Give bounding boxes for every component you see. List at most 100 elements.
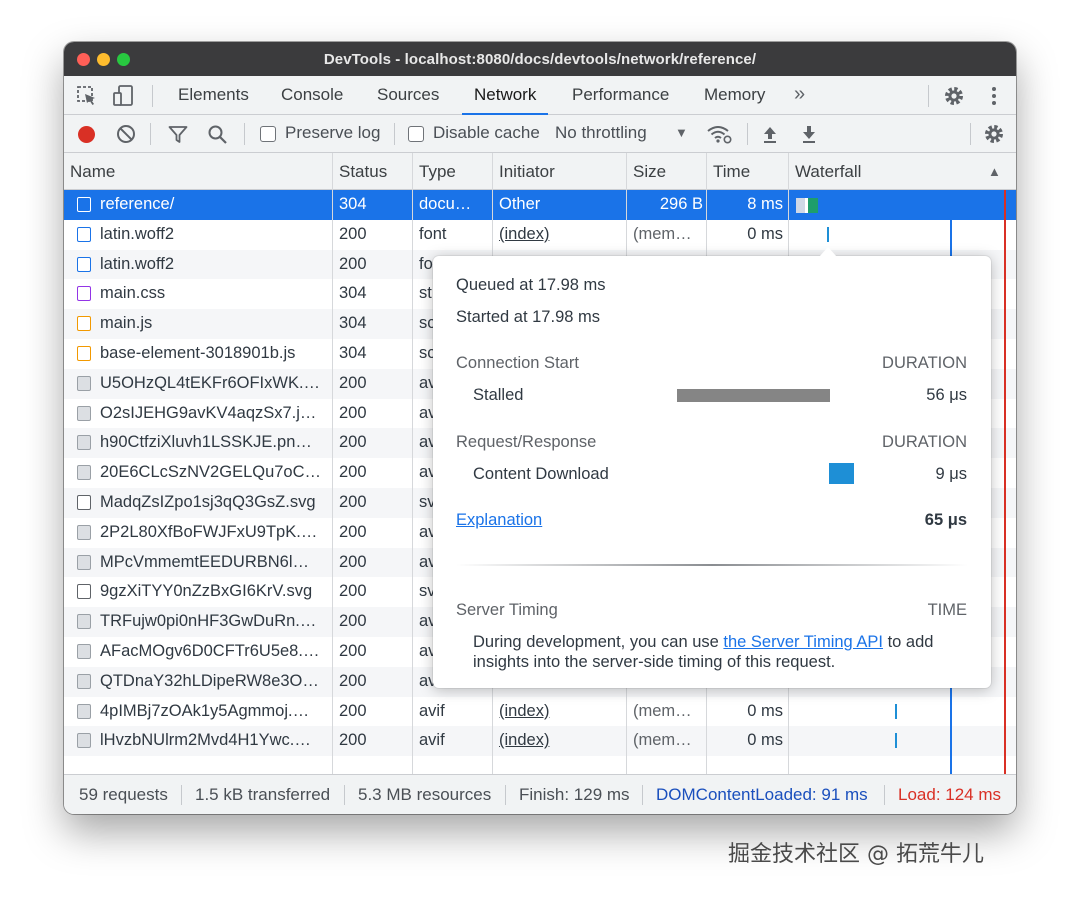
type-cell: avif: [419, 731, 445, 750]
network-conditions-wifi-icon[interactable]: [706, 124, 732, 144]
script-icon: [77, 316, 91, 332]
column-header-name[interactable]: Name: [64, 153, 115, 190]
settings-gear-icon[interactable]: [942, 84, 966, 108]
name-cell[interactable]: latin.woff2: [100, 250, 328, 280]
table-row[interactable]: 4pIMBj7zOAk1y5Agmmoj.… 200 avif (index) (mem…: [64, 697, 1016, 727]
size-cell: (mem…: [633, 224, 692, 243]
tab-network[interactable]: Network: [462, 76, 549, 115]
size-cell: (mem…: [633, 701, 692, 720]
type-cell: avif: [419, 701, 445, 720]
network-settings-gear-icon[interactable]: [982, 122, 1006, 146]
initiator-cell[interactable]: (index): [499, 726, 623, 756]
popover-arrow: [819, 247, 837, 257]
server-timing-description: During development, you can use the Serv…: [473, 633, 933, 652]
more-options-kebab-icon[interactable]: [986, 84, 1002, 108]
tab-elements[interactable]: Elements: [178, 76, 249, 115]
export-har-download-icon[interactable]: [800, 124, 818, 144]
table-row[interactable]: latin.woff2 200 font (index) (mem… 0 ms: [64, 220, 1016, 250]
status-divider: [505, 785, 506, 805]
time-cell: 0 ms: [747, 731, 783, 750]
minimize-window-button[interactable]: [97, 53, 110, 66]
status-cell: 304: [339, 284, 367, 303]
initiator-cell[interactable]: (index): [499, 697, 623, 727]
name-cell[interactable]: 20E6CLcSzNV2GELQu7oC…: [100, 458, 328, 488]
name-cell[interactable]: U5OHzQL4tEKFr6OFIxWK.…: [100, 369, 328, 399]
tab-console[interactable]: Console: [281, 76, 343, 115]
filter-funnel-icon[interactable]: [168, 125, 188, 144]
status-cell: 200: [339, 642, 367, 660]
initiator-cell[interactable]: (index): [499, 220, 623, 250]
column-header-initiator[interactable]: Initiator: [493, 153, 555, 190]
stalled-label: Stalled: [473, 386, 524, 404]
disable-cache-label: Disable cache: [433, 123, 540, 142]
name-cell[interactable]: reference/: [100, 190, 328, 220]
status-cell: 200: [339, 493, 367, 511]
server-timing-description-line2: insights into the server-side timing of …: [473, 653, 836, 671]
tab-memory[interactable]: Memory: [704, 76, 765, 115]
image-icon: [77, 673, 91, 689]
name-cell[interactable]: base-element-3018901b.js: [100, 339, 328, 369]
more-tabs-chevron-icon[interactable]: »: [794, 76, 805, 115]
image-icon: [77, 703, 91, 719]
status-cell: 304: [339, 344, 367, 362]
throttling-select[interactable]: No throttling: [555, 115, 647, 153]
column-header-status[interactable]: Status: [333, 153, 387, 190]
image-icon: [77, 435, 91, 451]
name-cell[interactable]: 9gzXiTYY0nZzBxGI6KrV.svg: [100, 577, 328, 607]
total-duration: 65 μs: [924, 511, 967, 529]
import-har-upload-icon[interactable]: [761, 124, 779, 144]
domcontentloaded-time: DOMContentLoaded: 91 ms: [656, 785, 868, 804]
zoom-window-button[interactable]: [117, 53, 130, 66]
name-cell[interactable]: h90CtfziXluvh1LSSKJE.pn…: [100, 428, 328, 458]
name-cell[interactable]: 4pIMBj7zOAk1y5Agmmoj.…: [100, 697, 328, 727]
clear-log-icon[interactable]: [116, 124, 136, 144]
waterfall-bar: [796, 198, 818, 213]
record-icon[interactable]: [77, 125, 96, 144]
initiator-cell[interactable]: Other: [499, 190, 623, 220]
throttling-dropdown-caret-icon[interactable]: ▼: [675, 115, 688, 153]
status-cell: 200: [339, 731, 367, 750]
disable-cache-checkbox[interactable]: [408, 126, 424, 142]
name-cell[interactable]: latin.woff2: [100, 220, 328, 250]
name-cell[interactable]: QTDnaY32hLDipeRW8e3O…: [100, 667, 328, 697]
duration-heading: DURATION: [882, 354, 967, 372]
table-row[interactable]: reference/304 docu… Other 296 B 8 ms: [64, 190, 1016, 220]
name-cell[interactable]: MPcVmmemtEEDURBN6l…: [100, 548, 328, 578]
table-row[interactable]: lHvzbNUlrm2Mvd4H1Ywc.… 200 avif (index) (mem…: [64, 726, 1016, 757]
description-text: During development, you can use: [473, 633, 724, 651]
server-timing-heading: Server Timing: [456, 601, 558, 619]
status-cell: 200: [339, 373, 367, 392]
name-cell[interactable]: O2sIJEHG9avKV4aqzSx7.j…: [100, 399, 328, 429]
column-header-waterfall[interactable]: Waterfall: [789, 153, 861, 190]
tab-sources[interactable]: Sources: [377, 76, 439, 115]
column-header-size[interactable]: Size: [627, 153, 666, 190]
status-cell: 304: [339, 195, 367, 213]
status-bar: 59 requests 1.5 kB transferred 5.3 MB re…: [64, 774, 1016, 814]
name-cell[interactable]: main.js: [100, 309, 328, 339]
device-toolbar-icon[interactable]: [112, 84, 136, 108]
column-header-type[interactable]: Type: [413, 153, 456, 190]
status-cell: 200: [339, 463, 367, 482]
time-cell: 8 ms: [747, 195, 783, 213]
sort-ascending-icon[interactable]: ▲: [982, 153, 1001, 190]
size-cell: 296 B: [659, 195, 703, 213]
close-window-button[interactable]: [77, 53, 90, 66]
name-cell[interactable]: TRFujw0pi0nHF3GwDuRn.…: [100, 607, 328, 637]
column-header-time[interactable]: Time: [707, 153, 750, 190]
inspect-element-icon[interactable]: [76, 85, 98, 107]
name-cell[interactable]: AFacMOgv6D0CFTr6U5e8.…: [100, 637, 328, 667]
explanation-link[interactable]: Explanation: [456, 511, 542, 530]
name-cell[interactable]: lHvzbNUlrm2Mvd4H1Ywc.…: [100, 726, 328, 756]
tab-performance[interactable]: Performance: [572, 76, 669, 115]
preserve-log-checkbox[interactable]: [260, 126, 276, 142]
size-cell: (mem…: [633, 731, 692, 750]
status-cell: 200: [339, 522, 367, 541]
name-cell[interactable]: MadqZsIZpo1sj3qQ3GsZ.svg: [100, 488, 328, 518]
toolbar-divider: [150, 123, 151, 145]
name-cell[interactable]: main.css: [100, 279, 328, 309]
name-cell[interactable]: 2P2L80XfBoFWJFxU9TpK.…: [100, 518, 328, 548]
time-cell: 0 ms: [747, 701, 783, 720]
server-timing-api-link[interactable]: the Server Timing API: [723, 633, 883, 651]
time-cell: 0 ms: [747, 224, 783, 243]
search-icon[interactable]: [207, 124, 228, 145]
